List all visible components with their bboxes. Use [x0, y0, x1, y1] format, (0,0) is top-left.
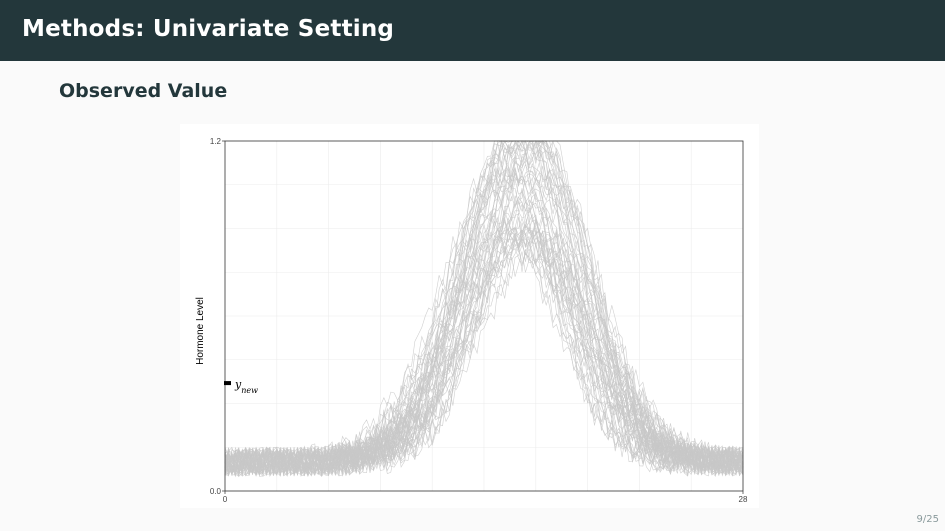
title-bar: Methods: Univariate Setting — [0, 0, 945, 61]
y-tick-label: 0.0 — [210, 487, 222, 496]
slide-subtitle: Observed Value — [59, 80, 228, 102]
y-new-marker — [224, 381, 231, 386]
x-tick-label: 28 — [739, 495, 748, 504]
hormone-chart-figure: 0.0 1.2 0 28 Hormone Level ynew — [180, 124, 759, 508]
page-number: 9/25 — [916, 514, 939, 525]
slide-title: Methods: Univariate Setting — [22, 16, 395, 42]
slide: Methods: Univariate Setting Observed Val… — [0, 0, 945, 531]
x-tick-label: 0 — [223, 495, 228, 504]
hormone-chart: 0.0 1.2 0 28 Hormone Level ynew — [195, 137, 748, 504]
y-new-label: ynew — [234, 378, 258, 395]
y-tick-label: 1.2 — [210, 137, 222, 146]
y-new-label-subscript: new — [241, 386, 258, 395]
y-axis-label: Hormone Level — [195, 297, 206, 365]
chart-annotation: ynew — [224, 378, 258, 395]
